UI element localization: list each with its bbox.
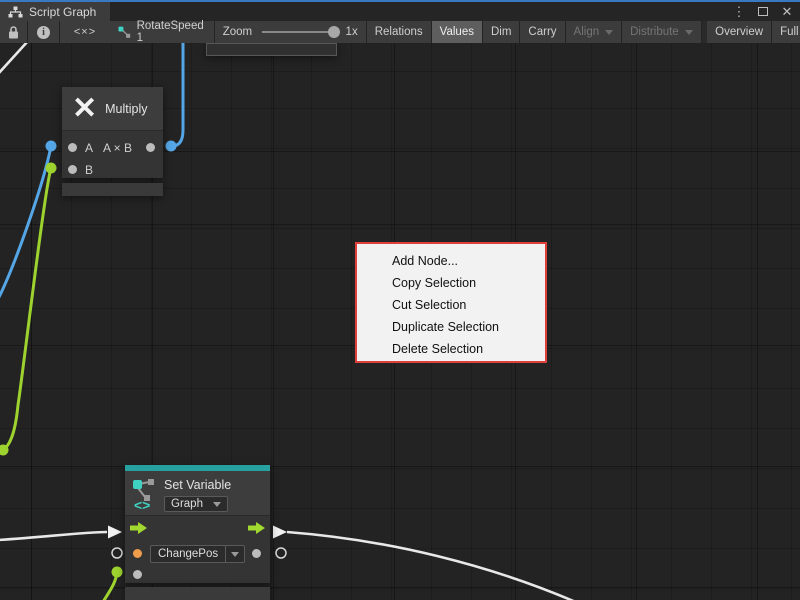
unconnected-port-ring-left[interactable] xyxy=(112,548,122,558)
menu-item-delete-selection[interactable]: Delete Selection xyxy=(357,338,545,360)
context-menu: Add Node... Copy Selection Cut Selection… xyxy=(355,242,547,363)
wire-blue-output xyxy=(172,43,183,146)
graph-toolbar: i <×> RotateSpeed 1 Zoom 1x xyxy=(0,21,800,43)
wire-blue-endpoint xyxy=(46,141,57,152)
maximize-icon xyxy=(758,7,768,16)
scope-value: Graph xyxy=(171,498,203,510)
control-input-arrow xyxy=(108,526,122,539)
chevron-down-icon xyxy=(231,552,239,557)
variable-name-dropdown[interactable]: ChangePos xyxy=(150,545,245,563)
port-b-input[interactable] xyxy=(68,165,77,174)
lock-button[interactable] xyxy=(0,21,28,43)
graph-hierarchy-icon xyxy=(8,6,23,18)
wire-white-topleft xyxy=(0,43,28,74)
toolbar-button-distribute[interactable]: Distribute xyxy=(622,21,702,43)
toolbar-button-align[interactable]: Align xyxy=(566,21,623,43)
wire-green-endpoint xyxy=(112,567,123,578)
port-a-input[interactable] xyxy=(68,143,77,152)
toolbar-button-relations[interactable]: Relations xyxy=(367,21,432,43)
multiply-node-title: Multiply xyxy=(105,102,147,116)
zoom-slider-handle[interactable] xyxy=(328,26,340,38)
script-graph-window: Script Graph ⋮ ✕ i <×> xyxy=(0,0,800,600)
port-result-label: A × B xyxy=(103,141,132,155)
button-label: Overview xyxy=(715,26,763,38)
set-variable-icon: <> xyxy=(132,477,158,511)
tab-script-graph[interactable]: Script Graph xyxy=(0,2,110,21)
multiply-node-body: A A × B B xyxy=(62,130,163,178)
toolbar-left-group: i <×> xyxy=(0,21,110,43)
chevron-down-icon xyxy=(213,502,221,507)
toolbar-button-overview[interactable]: Overview xyxy=(707,21,772,43)
port-a-label: A xyxy=(85,141,93,155)
multiply-icon: ✕ xyxy=(72,94,97,124)
multiply-node-footer xyxy=(62,183,163,196)
control-output-port[interactable] xyxy=(248,522,266,534)
wire-white-out-of-setvariable xyxy=(287,532,578,600)
secondary-input-port[interactable] xyxy=(133,570,142,579)
button-label: Dim xyxy=(491,26,511,38)
tab-bar: Script Graph xyxy=(0,2,800,21)
value-input-port[interactable] xyxy=(133,549,142,558)
code-icon: <×> xyxy=(74,26,96,38)
info-button[interactable]: i xyxy=(28,21,60,43)
set-variable-body: ChangePos xyxy=(125,515,270,583)
zoom-label: Zoom xyxy=(223,26,252,38)
toolbar-button-values[interactable]: Values xyxy=(432,21,483,43)
button-label: Relations xyxy=(375,26,423,38)
multiply-node[interactable]: ✕ Multiply A A × B B xyxy=(62,87,163,178)
value-output-port[interactable] xyxy=(252,549,261,558)
menu-item-add-node[interactable]: Add Node... xyxy=(357,250,545,272)
graph-node-icon xyxy=(118,25,131,39)
control-output-arrow xyxy=(273,526,287,539)
set-variable-node[interactable]: <> Set Variable Graph xyxy=(125,465,270,583)
multiply-node-header: ✕ Multiply xyxy=(62,87,163,130)
port-result-output[interactable] xyxy=(146,143,155,152)
set-variable-header: <> Set Variable Graph xyxy=(125,471,270,515)
svg-text:<>: <> xyxy=(134,497,150,511)
wire-green-left xyxy=(3,168,51,450)
variable-scope-dropdown[interactable]: Graph xyxy=(164,496,228,512)
button-label: Full Screen xyxy=(780,26,800,38)
graph-breadcrumb[interactable]: RotateSpeed 1 xyxy=(110,21,215,43)
partially-visible-node[interactable] xyxy=(206,43,337,56)
window-menu-button[interactable]: ⋮ xyxy=(730,3,748,21)
port-b-label: B xyxy=(85,163,93,177)
button-label: Distribute xyxy=(630,26,679,38)
code-view-button[interactable]: <×> xyxy=(60,21,110,43)
lock-icon xyxy=(8,26,19,39)
set-variable-title: Set Variable xyxy=(164,478,231,492)
window-controls: ⋮ ✕ xyxy=(730,2,796,21)
toolbar-main-group: RotateSpeed 1 Zoom 1x Relations Values D… xyxy=(110,21,800,43)
graph-breadcrumb-label: RotateSpeed 1 xyxy=(137,20,206,44)
toolbar-button-fullscreen[interactable]: Full Screen xyxy=(772,21,800,43)
button-label: Align xyxy=(574,26,600,38)
info-icon: i xyxy=(37,26,50,39)
toolbar-button-carry[interactable]: Carry xyxy=(520,21,565,43)
wire-blue-endpoint xyxy=(166,141,177,152)
control-input-port[interactable] xyxy=(130,522,148,534)
button-label: Carry xyxy=(528,26,556,38)
kebab-menu-icon: ⋮ xyxy=(733,4,746,20)
set-variable-footer xyxy=(125,587,270,600)
toolbar-button-dim[interactable]: Dim xyxy=(483,21,520,43)
wire-white-into-setvariable xyxy=(0,532,107,540)
variable-name-value: ChangePos xyxy=(158,548,218,560)
button-label: Values xyxy=(440,26,474,38)
menu-item-duplicate-selection[interactable]: Duplicate Selection xyxy=(357,316,545,338)
close-icon: ✕ xyxy=(782,4,793,20)
window-close-button[interactable]: ✕ xyxy=(778,3,796,21)
zoom-control: Zoom 1x xyxy=(215,21,367,43)
window-maximize-button[interactable] xyxy=(754,3,772,21)
unconnected-port-ring-right[interactable] xyxy=(276,548,286,558)
menu-item-copy-selection[interactable]: Copy Selection xyxy=(357,272,545,294)
menu-item-cut-selection[interactable]: Cut Selection xyxy=(357,294,545,316)
wire-green-endpoint xyxy=(46,163,57,174)
chevron-down-icon xyxy=(605,30,613,35)
zoom-value: 1x xyxy=(346,26,358,38)
zoom-slider[interactable] xyxy=(262,31,337,33)
tab-title: Script Graph xyxy=(29,5,96,19)
chevron-down-icon xyxy=(685,30,693,35)
